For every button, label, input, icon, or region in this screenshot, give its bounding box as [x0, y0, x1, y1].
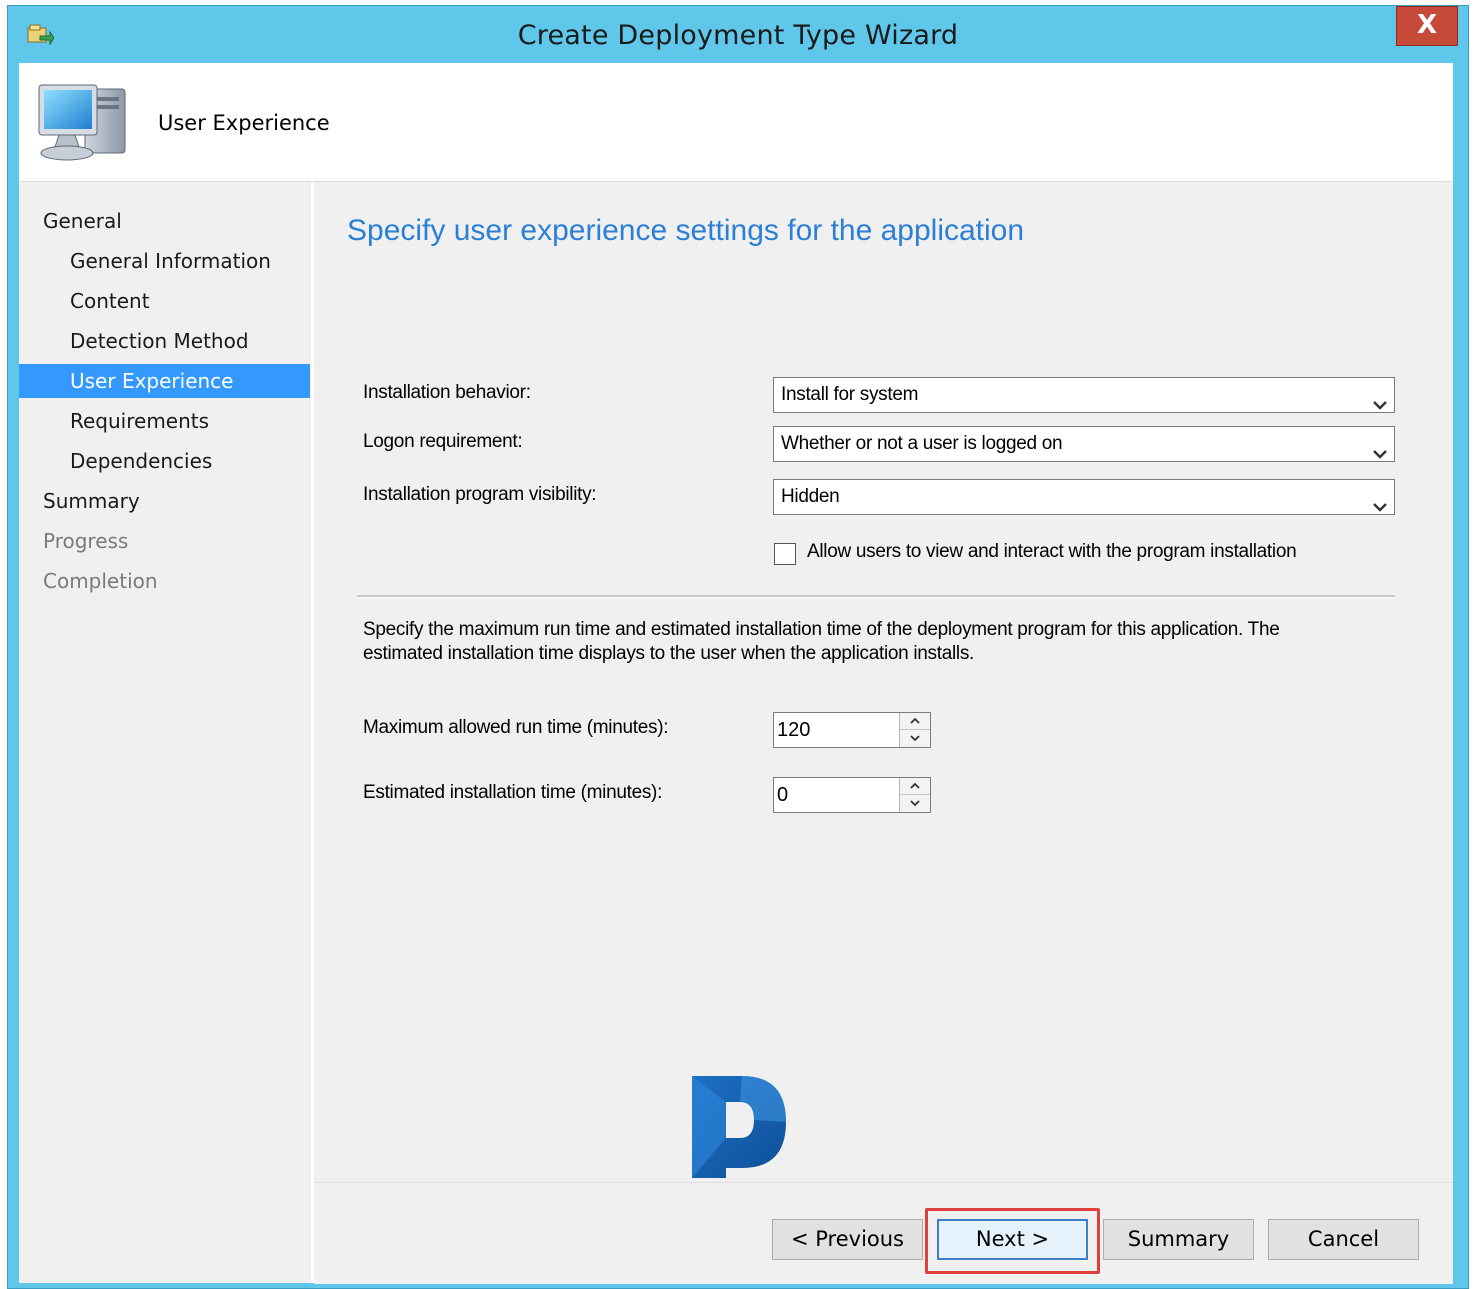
logon-requirement-select[interactable]: Whether or not a user is logged on: [773, 426, 1395, 462]
nav-item-requirements[interactable]: Requirements: [19, 404, 310, 438]
logon-requirement-label: Logon requirement:: [363, 431, 523, 452]
max-run-time-spin-buttons: [899, 713, 930, 747]
program-visibility-label: Installation program visibility:: [363, 484, 597, 505]
spin-up-button[interactable]: [900, 778, 930, 795]
nav-item-dependencies[interactable]: Dependencies: [19, 444, 310, 478]
estimated-time-spin-buttons: [899, 778, 930, 812]
wizard-client: User Experience General General Informat…: [19, 63, 1453, 1284]
estimated-time-input[interactable]: 0: [777, 778, 788, 812]
close-button[interactable]: X: [1396, 6, 1458, 46]
max-run-time-stepper[interactable]: 120: [773, 712, 931, 748]
chevron-up-icon: [910, 717, 920, 724]
chevron-down-icon: [910, 735, 920, 742]
window-title: Create Deployment Type Wizard: [517, 20, 959, 51]
nav-item-general-information[interactable]: General Information: [19, 244, 310, 278]
nav-item-progress: Progress: [43, 529, 129, 553]
spin-up-button[interactable]: [900, 713, 930, 730]
p-logo-icon: [686, 1072, 792, 1182]
next-button[interactable]: Next >: [937, 1219, 1088, 1260]
allow-interact-label[interactable]: Allow users to view and interact with th…: [807, 541, 1297, 563]
nav-item-completion: Completion: [43, 569, 158, 593]
installation-behavior-label: Installation behavior:: [363, 382, 531, 403]
installation-behavior-select[interactable]: Install for system: [773, 377, 1395, 413]
nav-item-user-experience[interactable]: User Experience: [19, 364, 310, 398]
program-visibility-value: Hidden: [781, 486, 840, 507]
page-heading: Specify user experience settings for the…: [347, 214, 1025, 247]
wizard-nav: General General Information Content Dete…: [19, 182, 311, 1283]
title-bar[interactable]: Create Deployment Type Wizard X: [8, 6, 1468, 64]
nav-item-content[interactable]: Content: [19, 284, 310, 318]
allow-interact-checkbox[interactable]: [774, 543, 796, 565]
cancel-button[interactable]: Cancel: [1268, 1219, 1419, 1260]
wizard-header: User Experience: [19, 63, 1453, 182]
section-separator: [357, 595, 1395, 598]
spin-down-button[interactable]: [900, 795, 930, 812]
chevron-down-icon: [910, 800, 920, 807]
chevron-down-icon: [1372, 491, 1388, 512]
wizard-window: Create Deployment Type Wizard X User Exp…: [7, 5, 1469, 1289]
nav-item-detection-method[interactable]: Detection Method: [19, 324, 310, 358]
chevron-down-icon: [1372, 389, 1388, 410]
max-run-time-label: Maximum allowed run time (minutes):: [363, 717, 669, 738]
chevron-down-icon: [1372, 438, 1388, 459]
previous-button[interactable]: < Previous: [772, 1219, 923, 1260]
program-visibility-select[interactable]: Hidden: [773, 479, 1395, 515]
logon-requirement-value: Whether or not a user is logged on: [781, 433, 1063, 454]
run-time-description: Specify the maximum run time and estimat…: [363, 619, 1280, 664]
estimated-time-stepper[interactable]: 0: [773, 777, 931, 813]
nav-item-general[interactable]: General: [19, 204, 310, 238]
installation-behavior-value: Install for system: [781, 384, 919, 405]
computer-icon: [35, 79, 129, 169]
content-pane: Specify user experience settings for the…: [314, 182, 1453, 1182]
max-run-time-input[interactable]: 120: [777, 713, 810, 747]
summary-button[interactable]: Summary: [1103, 1219, 1254, 1260]
chevron-up-icon: [910, 782, 920, 789]
estimated-time-label: Estimated installation time (minutes):: [363, 782, 663, 803]
spin-down-button[interactable]: [900, 730, 930, 747]
wizard-footer: < Previous Next > Summary Cancel: [314, 1182, 1453, 1284]
nav-item-summary[interactable]: Summary: [19, 484, 310, 518]
header-title: User Experience: [158, 111, 330, 135]
